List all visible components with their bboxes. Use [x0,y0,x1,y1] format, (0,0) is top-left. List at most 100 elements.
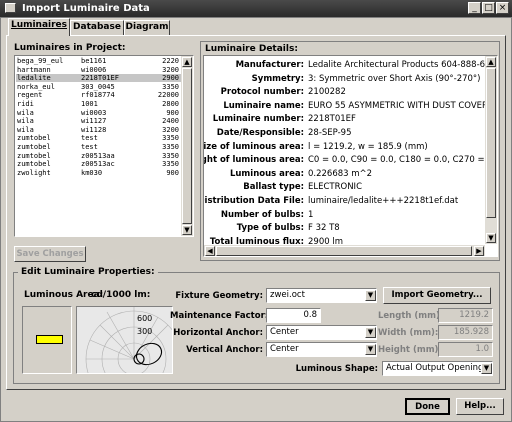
details-scroll-right-button[interactable]: ▶ [474,246,484,256]
list-item-c3: 3350 [162,160,179,169]
list-item-c3: 22000 [157,91,179,100]
list-item[interactable]: zwolight km030 900 [16,169,181,177]
list-item-c3: 2900 [162,74,179,83]
luminous-area-rectangle [36,335,63,344]
list-item[interactable]: wila wi1127 2400 [16,117,181,125]
list-item[interactable]: hartmann wi0006 3200 [16,66,181,74]
tab-luminaires[interactable]: Luminaires [8,18,70,36]
import-geometry-button[interactable]: Import Geometry... [383,287,491,304]
list-item-c1: zumtobel [17,143,51,151]
list-item-c1: norka_eul [17,82,55,91]
maintenance-factor-value: 0.8 [303,310,317,320]
detail-label: Size of luminous area: [203,141,304,152]
window-title: Import Luminaire Data [22,3,150,14]
luminous-shape-select[interactable]: Actual Output Opening [382,361,493,376]
list-item-c2: km030 [81,168,103,177]
list-item-c2: test [81,134,98,143]
detail-value: 2100282 [308,87,346,98]
help-button[interactable]: Help... [456,398,504,415]
detail-label: Number of bulbs: [220,209,304,220]
list-item-c2: wi0006 [81,65,107,74]
window-menu-icon[interactable] [5,3,16,13]
list-item[interactable]: ledalite 2218T01EF 2900 [16,74,181,83]
horizontal-anchor-dropdown-icon[interactable]: ▼ [365,327,376,338]
maximize-button[interactable]: □ [482,2,495,14]
list-item-c2: z00513ac [81,160,115,169]
detail-label: Height of luminous area: [204,155,304,166]
detail-value: ELECTRONIC [308,182,363,193]
scroll-up-button[interactable]: ▲ [182,57,192,67]
list-item[interactable]: zumtobel test 3350 [16,134,181,142]
height-input[interactable]: 1.0 [438,342,493,357]
height-value: 1.0 [475,344,489,354]
detail-label: Luminaire number: [212,114,304,125]
project-list[interactable]: bega_99_eul be1161 2220 hartmann wi0006 3200 l… [14,55,194,237]
list-item[interactable]: wila wi1128 3200 [16,126,181,134]
length-label: Length (mm): [378,311,444,321]
list-item[interactable]: bega_99_eul be1161 2220 [16,57,181,65]
scroll-thumb[interactable] [182,68,192,224]
details-heading: Luminaire Details: [205,44,298,54]
detail-label: Luminaire name: [223,100,304,111]
details-scroll-up-button[interactable]: ▲ [486,57,496,67]
detail-value: EURO 55 ASYMMETRIC WITH DUST COVER [308,100,488,111]
list-item[interactable]: norka_eul 303_0045 3350 [16,83,181,91]
details-scroll-left-button[interactable]: ◀ [205,246,215,256]
list-item[interactable]: ridi 1001 2800 [16,100,181,108]
close-button[interactable]: × [496,2,509,14]
list-item[interactable]: zumtobel z00513aa 3350 [16,152,181,160]
polar-300-label: 300 [137,327,152,336]
list-item[interactable]: wila wi0003 900 [16,109,181,117]
luminous-shape-label: Luminous Shape: [295,364,378,374]
list-item-c3: 3350 [162,82,179,91]
detail-value: 3: Symmetric over Short Axis (90°-270°) [308,73,481,84]
list-item[interactable]: zumtobel z00513ac 3350 [16,160,181,168]
details-hscroll-thumb[interactable] [216,246,472,256]
detail-value: luminaire/ledalite+++2218t1ef.dat [308,196,459,206]
list-item-c3: 3350 [162,143,179,151]
luminous-shape-dropdown-icon[interactable]: ▼ [481,363,492,374]
width-input[interactable]: 185.928 [438,325,493,340]
list-item-c2: 1001 [81,100,98,108]
edit-properties-heading: Edit Luminaire Properties: [18,267,158,277]
fixture-geometry-value: zwei.oct [270,290,305,300]
project-heading: Luminaires in Project: [14,43,126,53]
tab-database[interactable]: Database [70,20,124,35]
detail-value: C0 = 0.0, C90 = 0.0, C180 = 0.0, C270 = … [308,155,498,166]
fixture-geometry-select[interactable]: zwei.oct [266,288,377,303]
length-value: 1219.2 [459,310,489,320]
list-item[interactable]: zumtobel test 3350 [16,143,181,151]
scroll-down-button[interactable]: ▼ [182,225,192,235]
tab-diagram[interactable]: Diagram [124,20,170,35]
detail-label: Manufacturer: [235,60,304,70]
detail-value: F 32 T8 [308,223,340,234]
list-item-c3: 3350 [162,151,179,160]
detail-value: 28-SEP-95 [308,128,352,138]
maintenance-factor-input[interactable]: 0.8 [266,308,321,323]
polar-600-label: 600 [137,314,152,323]
vertical-anchor-dropdown-icon[interactable]: ▼ [365,344,376,355]
list-item-c1: ledalite [17,74,51,83]
fixture-geometry-label: Fixture Geometry: [175,291,263,301]
list-item-c3: 3200 [162,125,179,134]
horizontal-anchor-select[interactable]: Center [266,325,377,340]
list-item-c3: 3350 [162,134,179,143]
maintenance-factor-label: Maintenance Factor: [170,311,269,321]
save-changes-button[interactable]: Save Changes [14,246,86,262]
details-scroll-down-button[interactable]: ▼ [486,233,496,243]
list-item-c3: 2220 [162,57,179,65]
length-input[interactable]: 1219.2 [438,308,493,323]
detail-label: Type of bulbs: [236,223,304,234]
horizontal-anchor-label: Horizontal Anchor: [173,328,263,338]
title-bar[interactable]: Import Luminaire Data _ □ × [0,0,512,17]
list-item-c1: wila [17,125,34,134]
minimize-button[interactable]: _ [468,2,481,14]
details-vscroll-thumb[interactable] [486,68,496,218]
done-button[interactable]: Done [405,398,450,415]
detail-value: 2218T01EF [308,114,356,125]
detail-label: Symmetry: [251,73,304,84]
list-item[interactable]: regent rf018774 22000 [16,91,181,99]
vertical-anchor-select[interactable]: Center [266,342,377,357]
list-item-c2: wi0003 [81,108,107,117]
fixture-geometry-dropdown-icon[interactable]: ▼ [365,290,376,301]
